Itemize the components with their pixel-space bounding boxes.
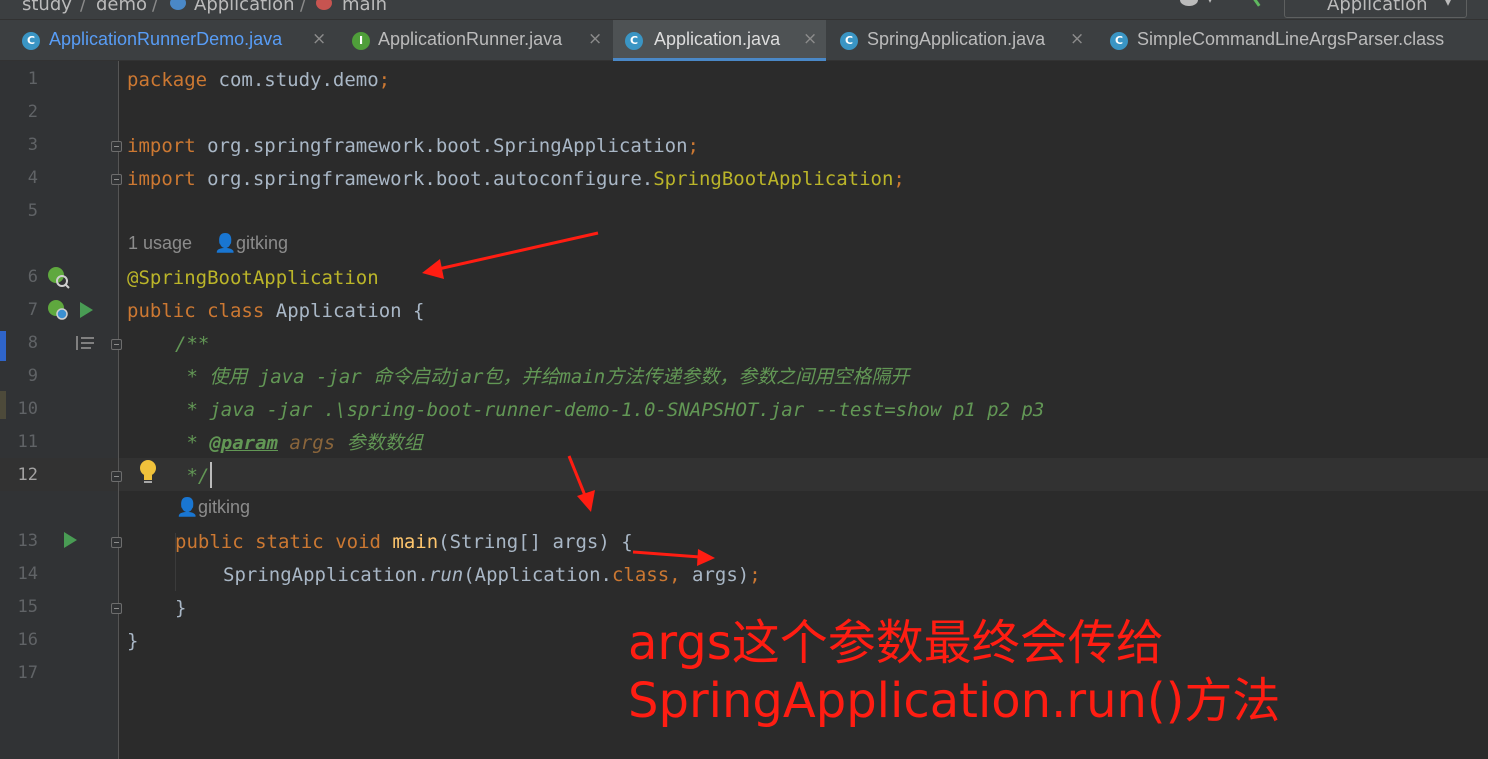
- arrow-to-args: [632, 549, 715, 566]
- annotation-text: args这个参数最终会传给 SpringApplication.run()方法: [628, 614, 1280, 730]
- annotation-line-1: args这个参数最终会传给: [628, 615, 1164, 671]
- arrow-down-to-main: [567, 455, 595, 512]
- arrow-to-annotation: [422, 231, 599, 279]
- annotation-line-2: SpringApplication.run()方法: [628, 673, 1281, 729]
